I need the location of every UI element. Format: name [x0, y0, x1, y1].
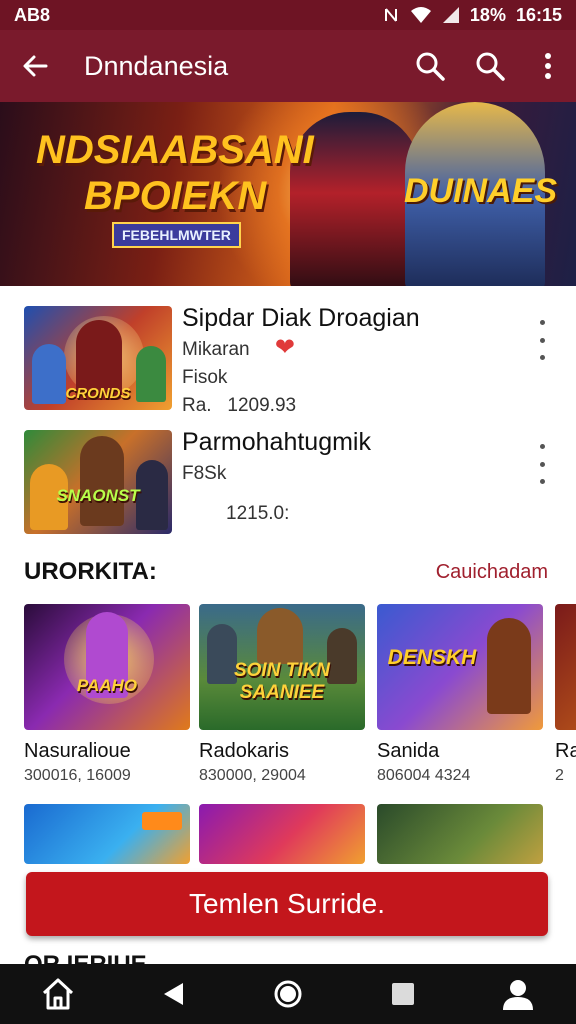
- game-card-row: PAAHO Nasuralioue 300016, 16009 SOIN TIK…: [0, 604, 576, 804]
- page-title: Dnndanesia: [84, 50, 229, 81]
- game-card[interactable]: [199, 804, 365, 864]
- game-card-thumbnail: DENSKH: [377, 604, 543, 730]
- card-sale-badge: [142, 812, 182, 830]
- game-thumbnail: CRONDS: [24, 306, 172, 410]
- dot: [539, 461, 545, 467]
- card-meta: 830000, 29004: [199, 767, 306, 784]
- more-options-button[interactable]: [530, 320, 554, 360]
- list-item-texts: Parmohahtugmik F8Sk 1215.0:: [182, 426, 516, 528]
- thumbnail-logo: SNAONST: [56, 486, 140, 505]
- card-meta: 300016, 16009: [24, 767, 131, 784]
- status-bar: AB8 18% 16:15: [0, 0, 576, 30]
- game-category: Mikaran ❤: [182, 334, 295, 361]
- card-logo: SOIN TIKN SAANIEE: [233, 660, 331, 703]
- nav-profile-button[interactable]: [488, 964, 548, 1024]
- game-card-thumbnail: PAAHO: [24, 604, 190, 730]
- heart-icon[interactable]: ❤: [275, 334, 295, 361]
- nav-back-button[interactable]: [143, 964, 203, 1024]
- card-logo: PAAHO: [76, 676, 138, 695]
- game-card[interactable]: Ra 2: [555, 604, 576, 785]
- more-options-button[interactable]: [530, 444, 554, 484]
- app-bar: Dnndanesia: [0, 30, 576, 102]
- game-tag: Fisok: [182, 367, 228, 388]
- game-card-row-2: [0, 804, 576, 864]
- back-arrow-icon: [23, 55, 48, 77]
- clock: 16:15: [515, 4, 562, 25]
- game-name: Parmohahtugmik: [182, 428, 371, 456]
- search-icon: [476, 52, 505, 81]
- game-card-thumbnail: SOIN TIKN SAANIEE: [199, 604, 365, 730]
- dot: [539, 355, 545, 360]
- overflow-menu-button[interactable]: [520, 30, 576, 102]
- hero-banner[interactable]: NDSIAABSANI BPOIEKN FEBEHLMWTER DUINAES: [0, 102, 576, 286]
- card-title: Ra: [555, 740, 576, 762]
- home-icon: [42, 978, 73, 1010]
- next-section-title: OR IERIUE: [24, 950, 147, 964]
- search-icon: [416, 52, 445, 81]
- section-header: URORKITA: Cauichadam: [24, 554, 548, 590]
- game-card[interactable]: [24, 804, 190, 864]
- card-title: Nasuralioue: [24, 740, 131, 762]
- nfc-icon: [384, 8, 397, 22]
- game-card[interactable]: PAAHO Nasuralioue 300016, 16009: [24, 604, 190, 785]
- more-vert-icon: [545, 53, 551, 79]
- game-card[interactable]: DENSKH Sanida 806004 4324: [377, 604, 543, 785]
- dot: [539, 479, 545, 484]
- back-triangle-icon: [163, 983, 183, 1005]
- banner-title-line1: NDSIAABSANI: [36, 128, 314, 172]
- dot: [539, 444, 545, 449]
- featured-list: CRONDS Sipdar Diak Droagian Mikaran ❤ Fi…: [0, 286, 576, 534]
- search-button[interactable]: [400, 30, 460, 102]
- game-card-thumbnail: [555, 604, 576, 730]
- list-item[interactable]: SNAONST Parmohahtugmik F8Sk 1215.0:: [0, 410, 576, 534]
- game-card[interactable]: [377, 804, 543, 864]
- recents-square-icon: [392, 983, 415, 1005]
- game-thumbnail: SNAONST: [24, 430, 172, 534]
- list-item-texts: Sipdar Diak Droagian Mikaran ❤ Fisok Ra.…: [182, 302, 516, 420]
- card-meta: 806004 4324: [377, 767, 471, 784]
- list-item[interactable]: CRONDS Sipdar Diak Droagian Mikaran ❤ Fi…: [0, 286, 576, 416]
- search-button-2[interactable]: [460, 30, 520, 102]
- status-icons: 18% 16:15: [384, 5, 562, 26]
- game-price: 1215.0:: [226, 503, 290, 524]
- dot: [539, 320, 545, 325]
- profile-icon: [503, 980, 534, 1010]
- section-title: URORKITA:: [24, 558, 157, 585]
- banner-title-line2: BPOIEKN: [84, 174, 267, 218]
- section-see-all-link[interactable]: Cauichadam: [436, 561, 548, 584]
- nav-home-app-button[interactable]: [28, 964, 88, 1024]
- nav-home-button[interactable]: [258, 964, 318, 1024]
- status-left-text: AB8: [14, 4, 51, 25]
- battery-text: 18%: [469, 4, 506, 25]
- banner-right-title: DUINAES: [404, 172, 558, 210]
- thumbnail-logo: CRONDS: [65, 385, 131, 402]
- game-name: Sipdar Diak Droagian: [182, 304, 420, 332]
- game-card[interactable]: SOIN TIKN SAANIEE Radokaris 830000, 2900…: [199, 604, 365, 785]
- nav-recents-button[interactable]: [373, 964, 433, 1024]
- system-nav-bar: [0, 964, 576, 1024]
- back-button[interactable]: [0, 30, 70, 102]
- signal-icon: [442, 7, 459, 23]
- card-logo: DENSKH: [387, 646, 477, 669]
- game-tag: F8Sk: [182, 463, 227, 484]
- primary-cta-button[interactable]: Temlen Surride.: [26, 872, 548, 936]
- card-meta: 2: [555, 767, 564, 784]
- card-title: Radokaris: [199, 740, 290, 762]
- wifi-icon: [410, 7, 431, 23]
- banner-subtitle: FEBEHLMWTER: [112, 222, 241, 248]
- card-title: Sanida: [377, 740, 440, 762]
- home-circle-icon: [274, 980, 302, 1008]
- dot: [539, 337, 545, 343]
